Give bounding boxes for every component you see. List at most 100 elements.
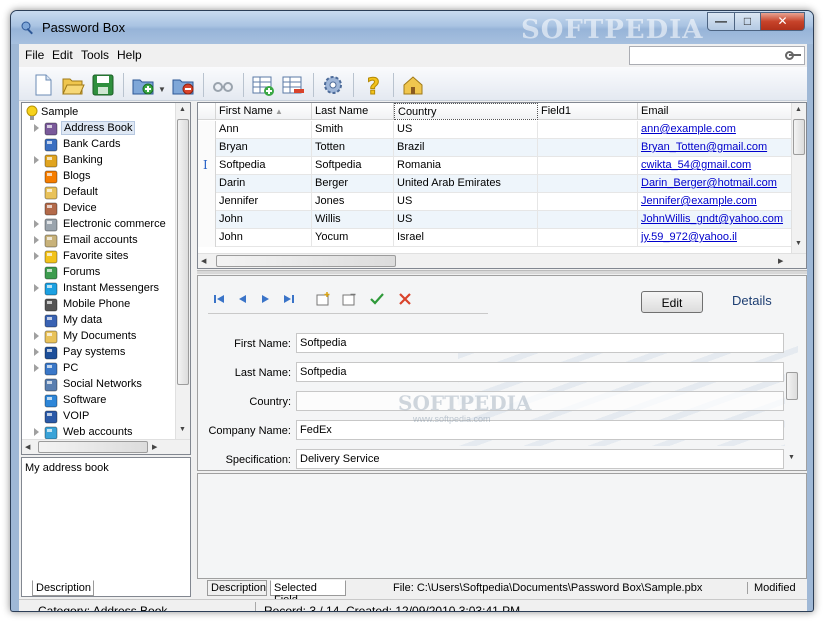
expand-arrow-icon[interactable]: [34, 220, 39, 228]
table-row[interactable]: JohnWillisUSJohnWillis_gndt@yahoo.comF: [198, 211, 806, 229]
tree-item[interactable]: Blogs: [22, 169, 174, 185]
table-cell[interactable]: [538, 229, 638, 247]
tree-root[interactable]: Sample: [22, 105, 174, 121]
table-cell[interactable]: Jennifer: [216, 193, 312, 211]
scroll-right-icon[interactable]: ▶: [152, 443, 157, 451]
tree-horizontal-scrollbar[interactable]: ◀ ▶: [22, 439, 190, 454]
table-cell[interactable]: Willis: [312, 211, 394, 229]
email-link[interactable]: ann@example.com: [638, 121, 796, 139]
tree-item[interactable]: Software: [22, 393, 174, 409]
row-header[interactable]: I: [198, 157, 216, 175]
table-cell[interactable]: United Arab Emirates: [394, 175, 538, 193]
grid-horizontal-scrollbar[interactable]: ◀ ▶: [198, 253, 806, 268]
expand-arrow-icon[interactable]: [34, 284, 39, 292]
settings-gear-icon[interactable]: [321, 73, 345, 97]
tree-item[interactable]: Forums: [22, 265, 174, 281]
maximize-button[interactable]: □: [734, 12, 761, 31]
category-tree[interactable]: Sample Address Book Bank Cards Banking Blog…: [21, 102, 191, 455]
tree-item[interactable]: My data: [22, 313, 174, 329]
email-link[interactable]: jy.59_972@yahoo.il: [638, 229, 796, 247]
country-field[interactable]: [296, 391, 784, 411]
tree-item[interactable]: PC: [22, 361, 174, 377]
scroll-up-icon[interactable]: ▲: [795, 106, 802, 113]
email-link[interactable]: Jennifer@example.com: [638, 193, 796, 211]
expand-arrow-icon[interactable]: [34, 236, 39, 244]
tree-item[interactable]: VOIP: [22, 409, 174, 425]
view-glasses-icon[interactable]: [211, 73, 235, 97]
column-header[interactable]: Field1: [538, 103, 638, 120]
new-file-icon[interactable]: [31, 73, 55, 97]
tree-item[interactable]: My Documents: [22, 329, 174, 345]
menu-tools[interactable]: Tools: [81, 48, 109, 62]
scroll-right-icon[interactable]: ▶: [778, 257, 783, 265]
email-link[interactable]: JohnWillis_gndt@yahoo.com: [638, 211, 796, 229]
row-header[interactable]: [198, 139, 216, 157]
category-description-panel[interactable]: My address book Description: [21, 457, 191, 597]
row-header[interactable]: [198, 175, 216, 193]
row-header[interactable]: [198, 229, 216, 247]
minimize-button[interactable]: —: [707, 12, 735, 31]
table-cell[interactable]: [538, 193, 638, 211]
table-cell[interactable]: US: [394, 193, 538, 211]
table-row[interactable]: AnnSmithUSann@example.comI: [198, 121, 806, 139]
table-cell[interactable]: John: [216, 211, 312, 229]
table-cell[interactable]: John: [216, 229, 312, 247]
tab-description-left[interactable]: Description: [32, 580, 94, 596]
scroll-down-icon[interactable]: ▼: [795, 240, 802, 247]
tree-item[interactable]: Bank Cards: [22, 137, 174, 153]
last-record-icon[interactable]: [281, 291, 297, 307]
tree-vertical-scrollbar[interactable]: ▲ ▼: [175, 103, 190, 439]
tree-item[interactable]: Default: [22, 185, 174, 201]
scroll-thumb[interactable]: [793, 119, 805, 155]
table-cell[interactable]: Yocum: [312, 229, 394, 247]
tree-item[interactable]: Electronic commerce: [22, 217, 174, 233]
horizontal-splitter[interactable]: [197, 270, 807, 274]
confirm-check-icon[interactable]: [369, 291, 385, 307]
email-link[interactable]: cwikta_54@gmail.com: [638, 157, 796, 175]
delete-record-icon[interactable]: [281, 73, 305, 97]
table-cell[interactable]: Brazil: [394, 139, 538, 157]
tree-item[interactable]: Banking: [22, 153, 174, 169]
first-record-icon[interactable]: [211, 291, 227, 307]
last-name-field[interactable]: Softpedia: [296, 362, 784, 382]
search-input[interactable]: [629, 46, 805, 65]
table-cell[interactable]: [538, 211, 638, 229]
table-cell[interactable]: [538, 175, 638, 193]
tree-item[interactable]: Email accounts: [22, 233, 174, 249]
table-cell[interactable]: [538, 121, 638, 139]
table-cell[interactable]: Ann: [216, 121, 312, 139]
selected-field-notes[interactable]: [197, 473, 807, 579]
expand-arrow-icon[interactable]: [34, 156, 39, 164]
scroll-down-icon[interactable]: ▼: [788, 454, 795, 461]
expand-arrow-icon[interactable]: [34, 348, 39, 356]
column-header[interactable]: Last Name: [312, 103, 394, 120]
table-row[interactable]: JenniferJonesUSJennifer@example.comV: [198, 193, 806, 211]
table-cell[interactable]: Darin: [216, 175, 312, 193]
tree-item[interactable]: Mobile Phone: [22, 297, 174, 313]
close-button[interactable]: ✕: [760, 12, 805, 31]
table-row[interactable]: I Softpedia Softpedia Romania cwikta_54@gmai…: [198, 157, 806, 175]
tree-item[interactable]: Instant Messengers: [22, 281, 174, 297]
remove-field-icon[interactable]: [341, 291, 357, 307]
grid-vertical-scrollbar[interactable]: ▲ ▼: [791, 103, 806, 253]
table-cell[interactable]: Softpedia: [312, 157, 394, 175]
column-header[interactable]: Country: [394, 103, 538, 120]
table-cell[interactable]: [538, 157, 638, 175]
scroll-left-icon[interactable]: ◀: [25, 443, 30, 451]
table-row[interactable]: BryanTottenBrazilBryan_Totten@gmail.comF: [198, 139, 806, 157]
records-grid[interactable]: First Name ▲Last NameCountryField1EmailC…: [197, 102, 807, 269]
company-name-field[interactable]: FedEx: [296, 420, 784, 440]
add-field-icon[interactable]: [315, 291, 331, 307]
table-cell[interactable]: Smith: [312, 121, 394, 139]
delete-folder-icon[interactable]: [171, 73, 195, 97]
menu-file[interactable]: File: [25, 48, 44, 62]
details-vertical-scrollbar[interactable]: ▼: [785, 366, 800, 466]
cancel-x-icon[interactable]: [397, 291, 413, 307]
row-header[interactable]: [198, 193, 216, 211]
table-row[interactable]: JohnYocumIsraeljy.59_972@yahoo.ilN: [198, 229, 806, 247]
table-cell[interactable]: Israel: [394, 229, 538, 247]
table-row[interactable]: Darin Berger United Arab Emirates Darin_Ber…: [198, 175, 806, 193]
previous-record-icon[interactable]: [235, 291, 251, 307]
scroll-left-icon[interactable]: ◀: [201, 257, 206, 265]
email-link[interactable]: Darin_Berger@hotmail.com: [638, 175, 796, 193]
